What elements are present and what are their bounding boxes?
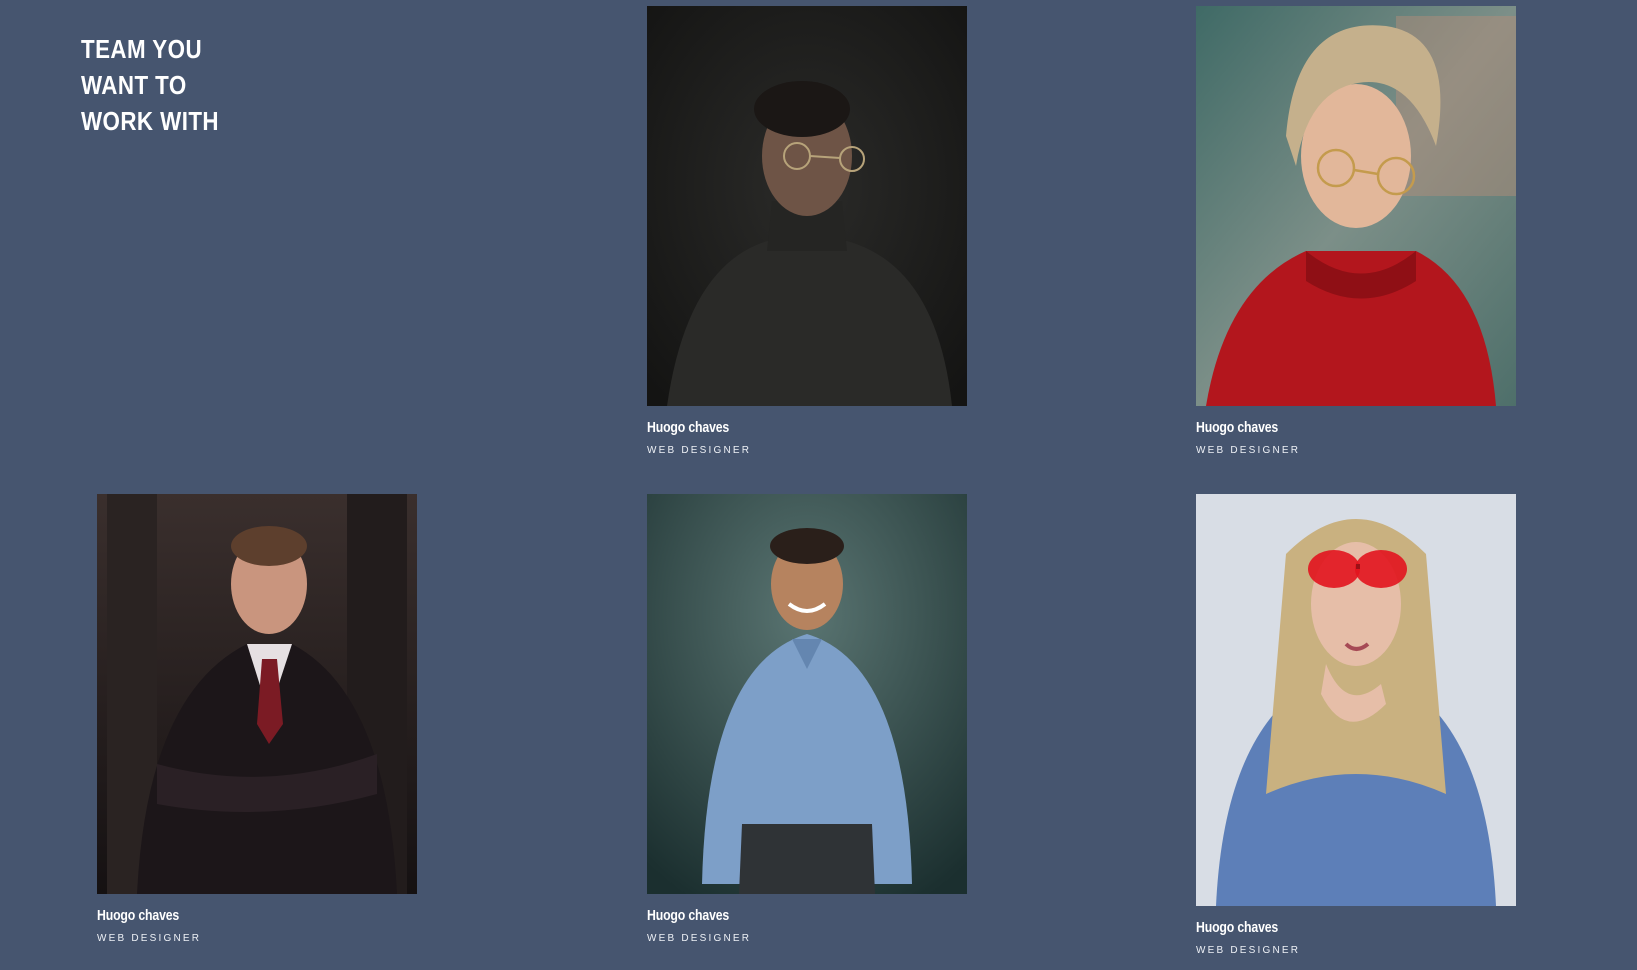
member-photo[interactable] bbox=[97, 494, 417, 894]
heading-line-1: TEAM YOU bbox=[81, 34, 203, 64]
woman-red-sunglasses-denim-portrait-icon bbox=[1196, 494, 1516, 906]
heading-line-2: WANT TO bbox=[81, 70, 187, 100]
member-photo[interactable] bbox=[647, 6, 967, 406]
team-member-card[interactable]: Huogo chaves WEB DESIGNER bbox=[647, 6, 967, 456]
team-member-card[interactable]: Huogo chaves WEB DESIGNER bbox=[1196, 494, 1516, 956]
member-photo[interactable] bbox=[1196, 6, 1516, 406]
member-name: Huogo chaves bbox=[647, 419, 730, 436]
member-role: WEB DESIGNER bbox=[647, 933, 752, 944]
member-photo[interactable] bbox=[647, 494, 967, 894]
man-suit-tie-portrait-icon bbox=[97, 494, 417, 894]
section-heading: TEAM YOU WANT TO WORK WITH bbox=[81, 31, 219, 139]
member-role: WEB DESIGNER bbox=[1196, 445, 1301, 456]
team-member-card[interactable]: Huogo chaves WEB DESIGNER bbox=[1196, 6, 1516, 456]
member-role: WEB DESIGNER bbox=[97, 933, 202, 944]
member-name: Huogo chaves bbox=[97, 907, 180, 924]
member-name: Huogo chaves bbox=[1196, 919, 1279, 936]
member-role: WEB DESIGNER bbox=[1196, 945, 1301, 956]
member-role: WEB DESIGNER bbox=[647, 445, 752, 456]
team-member-card[interactable]: Huogo chaves WEB DESIGNER bbox=[97, 494, 417, 944]
member-photo[interactable] bbox=[1196, 494, 1516, 906]
man-blue-shirt-smiling-portrait-icon bbox=[647, 494, 967, 894]
heading-line-3: WORK WITH bbox=[81, 106, 220, 136]
member-name: Huogo chaves bbox=[1196, 419, 1279, 436]
team-member-card[interactable]: Huogo chaves WEB DESIGNER bbox=[647, 494, 967, 944]
member-name: Huogo chaves bbox=[647, 907, 730, 924]
man-turtleneck-glasses-portrait-icon bbox=[647, 6, 967, 406]
woman-short-hair-red-top-portrait-icon bbox=[1196, 6, 1516, 406]
